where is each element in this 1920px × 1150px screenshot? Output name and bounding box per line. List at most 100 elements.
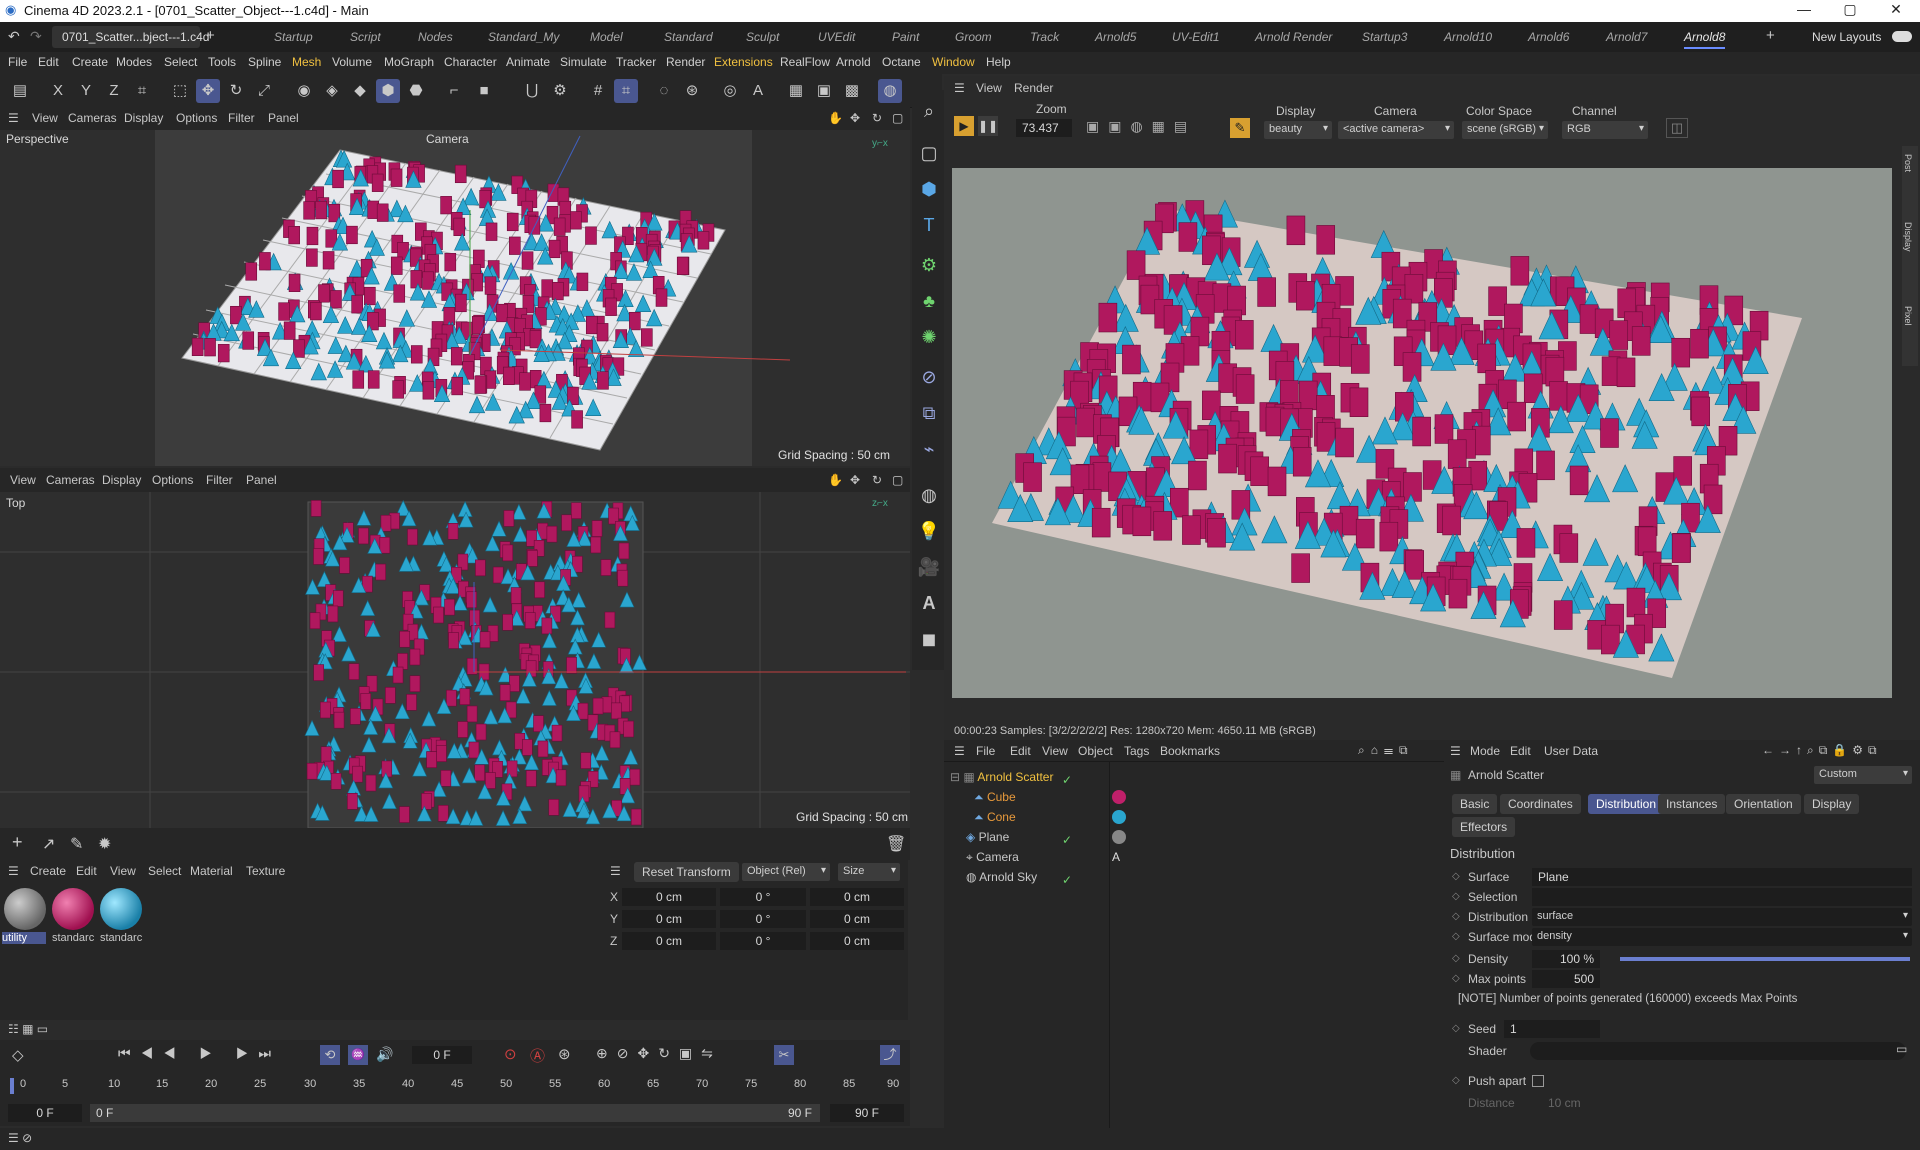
position-x-field[interactable]: 0 cm bbox=[622, 888, 716, 906]
attr-tab-display[interactable]: Display bbox=[1804, 794, 1860, 814]
mat-menu-texture[interactable]: Texture bbox=[246, 864, 285, 878]
end-frame-field[interactable]: 90 F bbox=[830, 1104, 904, 1122]
pan-icon[interactable]: ✋ bbox=[828, 111, 843, 125]
shader-field[interactable] bbox=[1530, 1042, 1906, 1060]
object-row[interactable]: ◍ Arnold Sky bbox=[966, 870, 1037, 884]
am-menu-icon[interactable]: ☰ bbox=[1450, 744, 1461, 758]
snap-icon[interactable]: ⌐ bbox=[442, 79, 466, 103]
menu-modes[interactable]: Modes bbox=[116, 55, 152, 69]
menu-help[interactable]: Help bbox=[986, 55, 1011, 69]
x-axis-lock-icon[interactable]: X bbox=[46, 79, 70, 103]
menu-character[interactable]: Character bbox=[444, 55, 497, 69]
render-menu-view[interactable]: View bbox=[976, 81, 1002, 95]
mat-menu-material[interactable]: Material bbox=[190, 864, 233, 878]
selection-field[interactable] bbox=[1532, 888, 1912, 906]
model-mode-icon[interactable]: ⬢ bbox=[376, 79, 400, 103]
menu-create[interactable]: Create bbox=[72, 55, 108, 69]
layout-tab[interactable]: Track bbox=[1030, 30, 1059, 44]
menu-arnold[interactable]: Arnold bbox=[836, 55, 871, 69]
am-menu-mode[interactable]: Mode bbox=[1470, 744, 1500, 758]
keyframe-diamond-icon[interactable]: ◇ bbox=[1452, 953, 1460, 964]
cone-material-tag[interactable] bbox=[1112, 810, 1126, 824]
viewport-menu-options[interactable]: Options bbox=[152, 473, 193, 487]
menu-extensions[interactable]: Extensions bbox=[714, 55, 773, 69]
om-menu-edit[interactable]: Edit bbox=[1010, 744, 1031, 758]
grid-snap-icon[interactable]: # bbox=[586, 79, 610, 103]
material-name[interactable]: standarc bbox=[52, 932, 94, 944]
layout-icon[interactable]: ▤ bbox=[8, 79, 32, 103]
visibility-checks[interactable]: ✓ ✓ ✓ bbox=[1062, 770, 1072, 890]
new-file-tab-button[interactable]: + bbox=[206, 27, 215, 44]
viewport-menu-cameras[interactable]: Cameras bbox=[46, 473, 95, 487]
workplane-icon[interactable]: ■ bbox=[472, 79, 496, 103]
redo-icon[interactable]: ↷ bbox=[30, 28, 42, 45]
mat-menu-select[interactable]: Select bbox=[148, 864, 181, 878]
text-object-icon[interactable]: A bbox=[916, 590, 942, 616]
menu-animate[interactable]: Animate bbox=[506, 55, 550, 69]
new-layouts-toggle[interactable] bbox=[1892, 31, 1912, 42]
coord-menu-icon[interactable]: ☰ bbox=[610, 864, 621, 878]
position-z-field[interactable]: 0 cm bbox=[622, 932, 716, 950]
settings-icon[interactable]: ⚙ bbox=[548, 79, 572, 103]
layout-tab[interactable]: Nodes bbox=[418, 30, 453, 44]
light-icon[interactable]: 💡 bbox=[916, 518, 942, 544]
perspective-viewport[interactable]: Perspective Camera Grid Spacing : 50 cm … bbox=[0, 130, 910, 466]
rotation-z-field[interactable]: 0 ° bbox=[720, 932, 806, 950]
om-menu-file[interactable]: File bbox=[976, 744, 995, 758]
density-slider[interactable] bbox=[1620, 957, 1910, 961]
push-apart-checkbox[interactable] bbox=[1532, 1075, 1544, 1087]
layout-tab[interactable]: Paint bbox=[892, 30, 919, 44]
menu-octane[interactable]: Octane bbox=[882, 55, 921, 69]
viewport-menu-icon[interactable]: ☰ bbox=[8, 111, 19, 125]
brush-tool-button[interactable]: ✎ bbox=[1230, 118, 1250, 138]
channel-dropdown[interactable]: RGB bbox=[1562, 121, 1648, 139]
file-tab[interactable]: 0701_Scatter...bject---1.c4d bbox=[62, 30, 209, 44]
position-y-field[interactable]: 0 cm bbox=[622, 910, 716, 928]
material-swatch[interactable] bbox=[4, 888, 46, 930]
attr-tab-distribution[interactable]: Distribution bbox=[1588, 794, 1665, 814]
maximize-button[interactable]: ▢ bbox=[1830, 1, 1870, 18]
menu-spline[interactable]: Spline bbox=[248, 55, 281, 69]
layout-tab[interactable]: Arnold Render bbox=[1255, 30, 1332, 44]
zoom-field[interactable]: 73.437 bbox=[1016, 119, 1072, 137]
object-row[interactable]: ⌖ Camera bbox=[966, 850, 1019, 865]
menu-tracker[interactable]: Tracker bbox=[616, 55, 656, 69]
viewport-menu-display[interactable]: Display bbox=[124, 111, 163, 125]
field-icon[interactable]: ⧉ bbox=[916, 400, 942, 426]
menu-file[interactable]: File bbox=[8, 55, 27, 69]
keyframe-icon[interactable]: ◇ bbox=[12, 1046, 24, 1064]
top-viewport[interactable]: Top Grid Spacing : 50 cm z⌐x bbox=[0, 492, 910, 828]
menu-window[interactable]: Window bbox=[932, 55, 975, 69]
polygons-mode-icon[interactable]: ◆ bbox=[348, 79, 372, 103]
menu-render[interactable]: Render bbox=[666, 55, 705, 69]
rotate-tool-icon[interactable]: ↻ bbox=[224, 79, 248, 103]
viewport-menu-panel[interactable]: Panel bbox=[246, 473, 277, 487]
display-dropdown[interactable]: beauty bbox=[1264, 121, 1332, 139]
grid-icon[interactable]: ⌗ bbox=[614, 79, 638, 103]
layout-tab[interactable]: Standard bbox=[664, 30, 713, 44]
deformer-icon[interactable]: ⊘ bbox=[916, 364, 942, 390]
am-menu-user-data[interactable]: User Data bbox=[1544, 744, 1598, 758]
list-view-icon[interactable]: ☷ ▦ ▭ bbox=[8, 1022, 48, 1036]
menu-tools[interactable]: Tools bbox=[208, 55, 236, 69]
timeline-icon[interactable]: ⤴ bbox=[880, 1045, 900, 1065]
render-menu-render[interactable]: Render bbox=[1014, 81, 1053, 95]
camera-icon[interactable]: 🎥 bbox=[916, 554, 942, 580]
attr-tab-basic[interactable]: Basic bbox=[1452, 794, 1498, 814]
attr-tab-instances[interactable]: Instances bbox=[1658, 794, 1726, 814]
distance-field[interactable]: 10 cm bbox=[1548, 1096, 1581, 1110]
object-row[interactable]: ⏶ Cone bbox=[974, 810, 1016, 825]
camera-dropdown[interactable]: <active camera> bbox=[1338, 121, 1454, 139]
close-button[interactable]: ✕ bbox=[1876, 1, 1916, 18]
spline-icon[interactable]: ⌁ bbox=[916, 436, 942, 462]
material-name[interactable]: standarc bbox=[100, 932, 142, 944]
object-row[interactable]: ⏶ Cube bbox=[974, 790, 1016, 805]
max-points-field[interactable]: 500 bbox=[1532, 970, 1600, 988]
eye-icon[interactable]: ◎ bbox=[718, 79, 742, 103]
text-spline-icon[interactable]: T bbox=[916, 212, 942, 238]
live-select-icon[interactable]: ⌕ bbox=[916, 98, 942, 124]
mat-menu-view[interactable]: View bbox=[110, 864, 136, 878]
menu-realflow[interactable]: RealFlow bbox=[780, 55, 830, 69]
om-menu-object[interactable]: Object bbox=[1078, 744, 1113, 758]
viewport-menu-options[interactable]: Options bbox=[176, 111, 217, 125]
